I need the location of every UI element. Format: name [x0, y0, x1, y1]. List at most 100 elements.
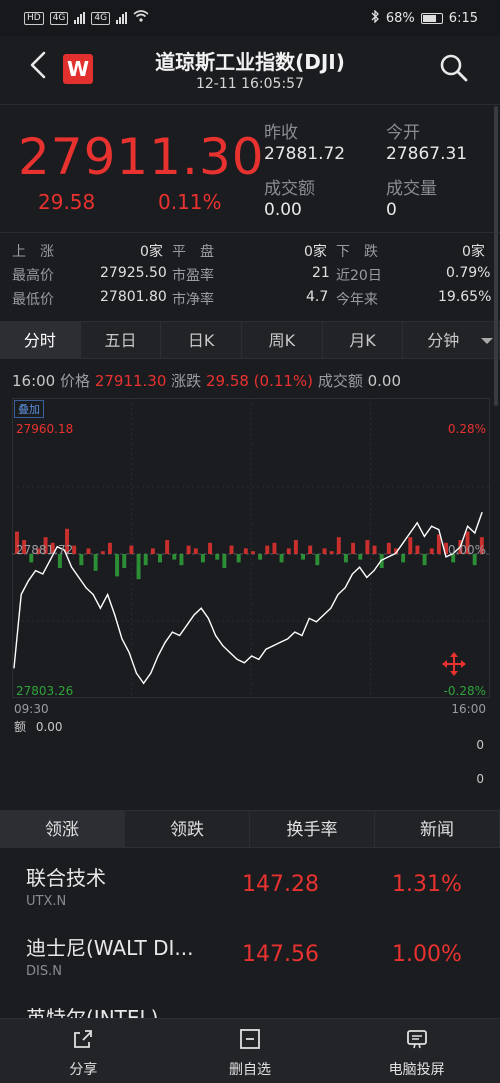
tab-monthly-k[interactable]: 月K — [323, 322, 404, 358]
price-point — [272, 645, 274, 647]
flat-count-label: 平 盘 — [172, 244, 214, 260]
tab-weekly-k[interactable]: 周K — [242, 322, 323, 358]
info-price-label: 价格 — [60, 372, 91, 390]
price-point — [143, 682, 145, 684]
low-label: 最低价 — [12, 292, 54, 308]
price-point — [215, 634, 217, 637]
strength-bar — [265, 545, 270, 554]
y-bottom-price: 27803.26 — [16, 684, 74, 698]
price-point — [323, 614, 325, 616]
strength-bar — [243, 548, 248, 554]
cast-to-pc-button[interactable]: 电脑投屏 — [333, 1019, 500, 1083]
price-point — [265, 648, 267, 650]
prev-close-value: 27881.72 — [264, 144, 346, 164]
move-arrows-icon[interactable] — [440, 650, 468, 678]
strength-bar — [186, 545, 191, 554]
strength-bar — [122, 554, 127, 568]
strength-bar — [365, 540, 370, 554]
tab-turnover-rate[interactable]: 换手率 — [250, 811, 375, 847]
search-button[interactable] — [438, 52, 470, 84]
price-point — [128, 651, 130, 654]
price-point — [157, 655, 159, 657]
price-point — [135, 672, 137, 674]
high-label: 最高价 — [12, 268, 54, 284]
strength-bar — [143, 554, 148, 566]
intraday-chart[interactable]: 叠加 27960.18 0.28% 27881.72 0.00% 27803.2… — [12, 398, 490, 698]
stock-code: UTX.N — [26, 894, 67, 909]
price-point — [85, 587, 87, 589]
tab-news[interactable]: 新闻 — [375, 811, 500, 847]
strength-bar — [208, 542, 213, 554]
app-logo[interactable]: W — [63, 54, 93, 84]
ranking-tabs: 领涨 领跌 换手率 新闻 — [0, 810, 500, 848]
list-item[interactable]: 联合技术 UTX.N 147.28 1.31% — [0, 852, 500, 922]
signal-icon-2 — [116, 12, 128, 24]
up-count-label: 上 涨 — [12, 244, 54, 260]
scrollbar[interactable] — [494, 106, 498, 406]
tab-top-gainers[interactable]: 领涨 — [0, 811, 125, 847]
price-point — [409, 532, 411, 534]
tab-top-losers[interactable]: 领跌 — [125, 811, 250, 847]
battery-icon — [420, 13, 443, 24]
pb-value: 4.7 — [306, 289, 329, 305]
info-price: 27911.30 — [94, 372, 167, 390]
stock-code: DIS.N — [26, 964, 62, 979]
price-point — [150, 672, 152, 674]
strength-bar — [172, 554, 177, 560]
time-axis: 09:30 16:00 — [14, 702, 490, 716]
ytd-value: 19.65% — [438, 289, 492, 305]
strength-bar — [286, 548, 291, 554]
price-point — [330, 607, 332, 609]
strength-bar — [158, 554, 162, 563]
price-point — [395, 552, 397, 555]
strength-bar — [229, 545, 234, 554]
tab-daily-k[interactable]: 日K — [161, 322, 243, 358]
tab-five-day[interactable]: 五日 — [81, 322, 162, 358]
low-value: 27801.80 — [100, 289, 167, 305]
price-point — [416, 522, 418, 524]
volume-info: 额 0.00 — [14, 718, 63, 735]
chart-info-line: 16:00 价格 27911.30 涨跌 29.58 (0.11%) 成交额 0… — [12, 370, 401, 391]
clock: 6:15 — [448, 11, 478, 26]
cast-screen-icon — [406, 1030, 427, 1049]
strength-bar — [79, 554, 84, 566]
price-point — [193, 614, 195, 616]
strength-bar — [258, 554, 263, 560]
d20-label: 近20日 — [336, 268, 382, 284]
price-point — [337, 593, 339, 596]
price-point — [236, 658, 238, 661]
remove-watchlist-label: 删自选 — [229, 1062, 271, 1078]
strength-bar — [86, 548, 91, 554]
ytd-label: 今年来 — [336, 292, 378, 308]
list-item[interactable]: 英特尔(INTEL) — [0, 992, 500, 1018]
tab-intraday[interactable]: 分时 — [0, 322, 81, 358]
stock-name: 英特尔(INTEL) — [26, 1006, 159, 1018]
back-button[interactable] — [28, 50, 48, 85]
list-item[interactable]: 迪士尼(WALT DI... DIS.N 147.56 1.00% — [0, 922, 500, 992]
tab-minute[interactable]: 分钟 — [403, 322, 500, 358]
minus-box-icon — [240, 1029, 260, 1049]
price-point — [359, 566, 361, 568]
y-mid-pct: 0.00% — [447, 543, 486, 557]
price-point — [114, 614, 116, 616]
price-point — [294, 631, 296, 633]
price-point — [42, 573, 44, 575]
price-point — [107, 593, 109, 596]
wifi-icon — [133, 10, 149, 26]
down-count-label: 下 跌 — [336, 244, 378, 260]
remove-watchlist-button[interactable]: 删自选 — [167, 1019, 334, 1083]
strength-bar — [136, 554, 141, 580]
strength-bar — [115, 554, 120, 577]
share-button[interactable]: 分享 — [0, 1019, 167, 1083]
chart-period-tabs: 分时 五日 日K 周K 月K 分钟 — [0, 321, 500, 359]
prev-close-label: 昨收 — [264, 123, 298, 143]
time-start: 09:30 — [14, 702, 49, 716]
price-point — [222, 645, 224, 647]
info-amount-label: 成交额 — [317, 372, 363, 390]
current-price: 27911.30 — [18, 128, 265, 186]
price-point — [431, 525, 433, 527]
price-point — [35, 570, 37, 572]
overlay-button[interactable]: 叠加 — [14, 400, 44, 418]
volume-axis-top: 0 — [476, 738, 484, 752]
stock-name: 迪士尼(WALT DI... — [26, 936, 194, 960]
